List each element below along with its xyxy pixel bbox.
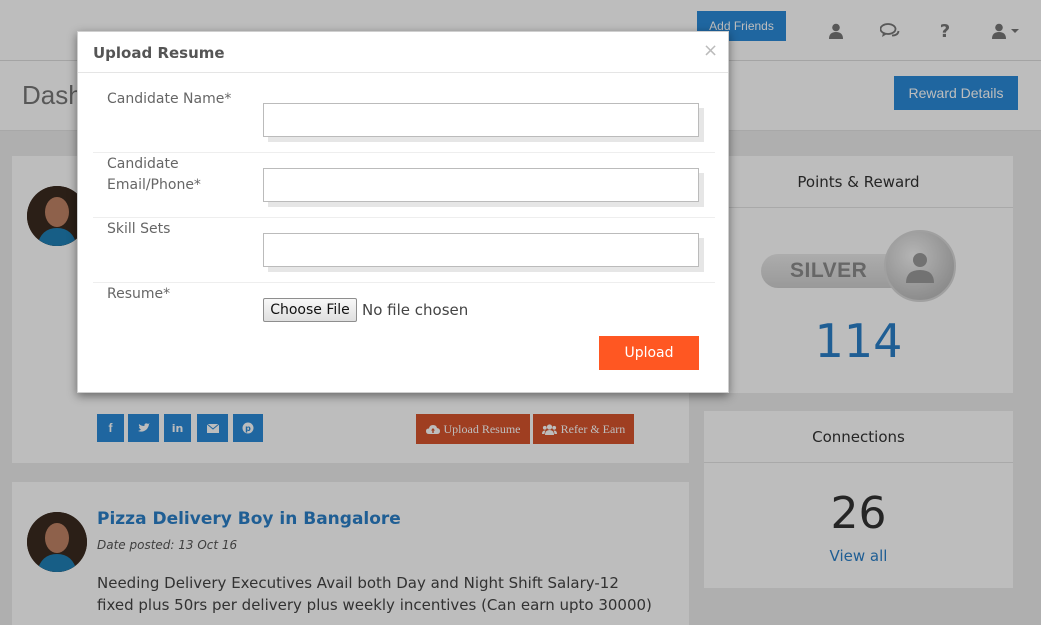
candidate-contact-label-line: Email/Phone* <box>107 177 201 193</box>
candidate-name-label: Candidate Name* <box>107 91 232 107</box>
skill-sets-input[interactable] <box>263 233 699 267</box>
choose-file-button[interactable]: Choose File <box>263 298 357 322</box>
upload-button[interactable]: Upload <box>599 336 699 370</box>
skill-sets-label: Skill Sets <box>107 221 171 237</box>
file-status-text: No file chosen <box>362 301 469 319</box>
candidate-name-input[interactable] <box>263 103 699 137</box>
resume-label: Resume* <box>107 286 171 302</box>
row-divider <box>93 152 715 153</box>
candidate-contact-label: Candidate Email/Phone* <box>107 154 247 196</box>
candidate-contact-label-line: Candidate <box>107 156 179 172</box>
modal-header-divider <box>78 72 728 73</box>
close-icon[interactable]: × <box>703 40 718 61</box>
candidate-contact-input[interactable] <box>263 168 699 202</box>
row-divider <box>93 217 715 218</box>
modal-title: Upload Resume <box>93 44 225 62</box>
upload-resume-modal: Upload Resume × Candidate Name* Candidat… <box>77 31 729 393</box>
row-divider <box>93 282 715 283</box>
